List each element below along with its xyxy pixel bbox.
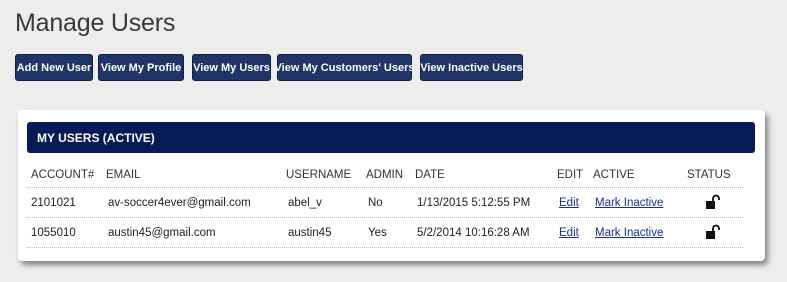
unlocked-padlock-icon [706, 224, 720, 239]
edit-link[interactable]: Edit [559, 227, 579, 239]
header-divider [27, 187, 743, 188]
view-my-profile-button[interactable]: View My Profile [98, 54, 184, 81]
column-header-status: STATUS [687, 169, 731, 181]
row-divider [27, 247, 743, 248]
add-new-user-button[interactable]: Add New User [15, 54, 93, 81]
row-divider [27, 217, 743, 218]
column-header-email: EMAIL [106, 169, 141, 181]
email-cell: austin45@gmail.com [108, 227, 216, 239]
date-cell: 1/13/2015 5:12:55 PM [417, 197, 531, 209]
admin-cell: Yes [368, 227, 387, 239]
panel-header: MY USERS (ACTIVE) [27, 122, 755, 153]
edit-link[interactable]: Edit [559, 197, 579, 209]
date-cell: 5/2/2014 10:16:28 AM [417, 227, 530, 239]
email-cell: av-soccer4ever@gmail.com [108, 197, 251, 209]
account-cell: 2101021 [31, 197, 76, 209]
mark-inactive-link[interactable]: Mark Inactive [595, 197, 663, 209]
username-cell: austin45 [288, 227, 332, 239]
username-cell: abel_v [288, 197, 322, 209]
column-header-admin: ADMIN [366, 169, 404, 181]
view-my-customers-users-button[interactable]: View My Customers' Users [275, 54, 415, 81]
mark-inactive-link[interactable]: Mark Inactive [595, 227, 663, 239]
users-panel: MY USERS (ACTIVE) ACCOUNT# EMAIL USERNAM… [18, 110, 765, 261]
column-header-date: DATE [415, 169, 445, 181]
column-header-username: USERNAME [286, 169, 352, 181]
page-title: Manage Users [15, 9, 176, 37]
admin-cell: No [368, 197, 383, 209]
column-header-account: ACCOUNT# [31, 169, 95, 181]
column-header-edit: EDIT [557, 169, 584, 181]
unlocked-padlock-icon [706, 194, 720, 209]
view-my-users-button[interactable]: View My Users [192, 54, 271, 81]
column-header-active: ACTIVE [593, 169, 635, 181]
account-cell: 1055010 [31, 227, 76, 239]
view-inactive-users-button[interactable]: View Inactive Users [420, 54, 523, 81]
